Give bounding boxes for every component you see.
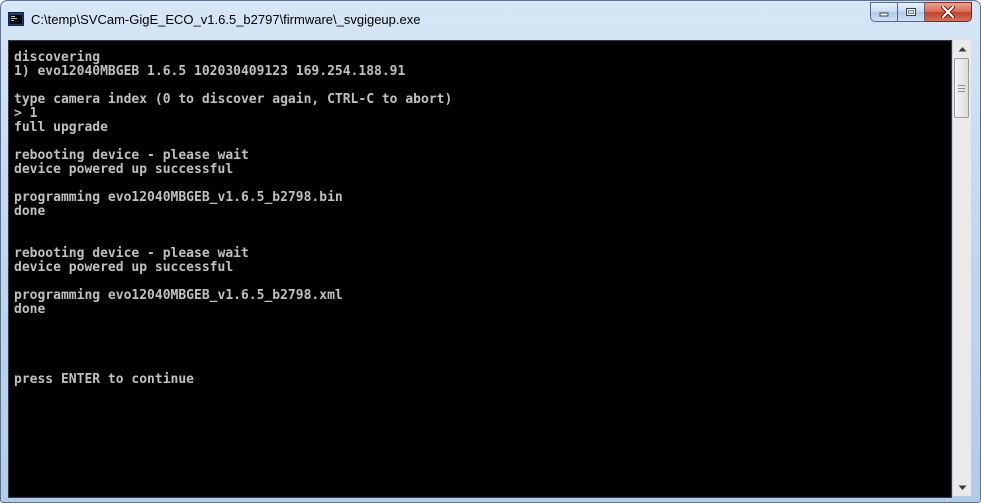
console-line: full upgrade [14, 120, 108, 135]
close-button[interactable] [925, 2, 972, 22]
console-window: C:\temp\SVCam-GigE_ECO_v1.6.5_b2797\firm… [0, 0, 981, 503]
close-icon [941, 6, 955, 18]
console-line: rebooting device - please wait [14, 148, 249, 163]
console-line: device powered up successful [14, 162, 234, 177]
maximize-button[interactable] [898, 2, 925, 22]
console-line: type camera index (0 to discover again, … [14, 92, 453, 107]
title-bar[interactable]: C:\temp\SVCam-GigE_ECO_v1.6.5_b2797\firm… [1, 1, 980, 39]
window-title: C:\temp\SVCam-GigE_ECO_v1.6.5_b2797\firm… [31, 12, 421, 27]
scroll-up-arrow-icon [958, 46, 966, 51]
console-output[interactable]: discovering 1) evo12040MBGEB 1.6.5 10203… [8, 40, 952, 498]
console-line: done [14, 204, 46, 219]
scroll-grip-icon [958, 84, 965, 92]
scroll-down-button[interactable] [953, 479, 971, 496]
minimize-button[interactable] [870, 2, 898, 22]
scroll-down-arrow-icon [958, 485, 966, 490]
caption-buttons [870, 2, 972, 22]
maximize-icon [906, 8, 916, 16]
console-line: done [14, 302, 46, 317]
console-line: press ENTER to continue [14, 372, 195, 387]
console-line: programming evo12040MBGEB_v1.6.5_b2798.b… [14, 190, 343, 205]
scroll-thumb[interactable] [954, 58, 969, 118]
console-line: device powered up successful [14, 260, 234, 275]
vertical-scrollbar[interactable] [952, 40, 971, 496]
console-line: discovering [14, 50, 101, 65]
minimize-icon [879, 12, 889, 17]
scroll-up-button[interactable] [953, 40, 971, 57]
console-line: programming evo12040MBGEB_v1.6.5_b2798.x… [14, 288, 343, 303]
console-line: 1) evo12040MBGEB 1.6.5 102030409123 169.… [14, 64, 406, 79]
console-text: discovering 1) evo12040MBGEB 1.6.5 10203… [14, 51, 452, 387]
console-app-icon[interactable] [8, 11, 24, 26]
console-line: > 1 [14, 106, 38, 121]
console-line: rebooting device - please wait [14, 246, 249, 261]
